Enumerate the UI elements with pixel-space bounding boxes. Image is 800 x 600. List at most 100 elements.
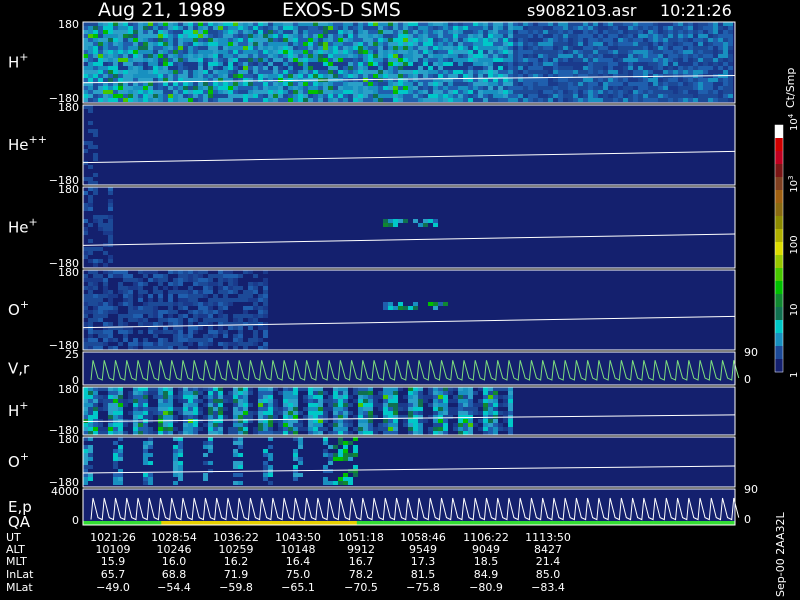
heatmap-cell [163, 330, 168, 334]
heatmap-cell [483, 26, 488, 30]
heatmap-cell [258, 30, 263, 34]
heatmap-cell [458, 66, 463, 70]
heatmap-cell [683, 66, 688, 70]
heatmap-cell [668, 30, 673, 34]
heatmap-cell [148, 391, 153, 395]
heatmap-cell [443, 82, 448, 86]
heatmap-cell [623, 74, 628, 78]
heatmap-cell [323, 453, 328, 457]
heatmap-cell [453, 70, 458, 74]
heatmap-cell [428, 22, 433, 26]
heatmap-cell [383, 78, 388, 82]
heatmap-cell [583, 26, 588, 30]
heatmap-cell [188, 298, 193, 302]
heatmap-cell [288, 26, 293, 30]
heatmap-cell [108, 94, 113, 98]
heatmap-cell [148, 306, 153, 310]
heatmap-cell [443, 403, 448, 407]
heatmap-cell [218, 290, 223, 294]
heatmap-cell [358, 50, 363, 54]
heatmap-cell [528, 42, 533, 46]
heatmap-cell [698, 82, 703, 86]
heatmap-cell [103, 90, 108, 94]
heatmap-cell [188, 387, 193, 391]
heatmap-cell [553, 98, 558, 102]
heatmap-cell [638, 34, 643, 38]
heatmap-cell [193, 427, 198, 431]
heatmap-cell [363, 82, 368, 86]
heatmap-cell [253, 78, 258, 82]
heatmap-cell [223, 286, 228, 290]
heatmap-cell [238, 330, 243, 334]
heatmap-cell [98, 215, 103, 219]
heatmap-cell [443, 419, 448, 423]
heatmap-cell [438, 411, 443, 415]
heatmap-cell [158, 34, 163, 38]
heatmap-cell [293, 457, 298, 461]
heatmap-cell [433, 22, 438, 26]
heatmap-cell [88, 310, 93, 314]
heatmap-cell [438, 403, 443, 407]
heatmap-cell [468, 427, 473, 431]
heatmap-cell [123, 94, 128, 98]
heatmap-cell [113, 415, 118, 419]
heatmap-cell [103, 395, 108, 399]
heatmap-cell [153, 290, 158, 294]
heatmap-cell [153, 346, 158, 350]
heatmap-cell [408, 94, 413, 98]
heatmap-cell [358, 94, 363, 98]
heatmap-cell [538, 58, 543, 62]
heatmap-cell [693, 62, 698, 66]
table-cell: −83.4 [531, 581, 565, 594]
heatmap-cell [343, 427, 348, 431]
heatmap-cell [593, 78, 598, 82]
heatmap-cell [463, 82, 468, 86]
heatmap-cell [528, 22, 533, 26]
heatmap-cell [338, 50, 343, 54]
heatmap-cell [633, 46, 638, 50]
heatmap-cell [588, 34, 593, 38]
heatmap-cell [438, 391, 443, 395]
heatmap-cell [603, 46, 608, 50]
heatmap-cell [353, 58, 358, 62]
heatmap-cell [608, 38, 613, 42]
heatmap-cell [308, 42, 313, 46]
heatmap-cell [643, 66, 648, 70]
heatmap-cell [203, 395, 208, 399]
heatmap-cell [248, 415, 253, 419]
heatmap-cell [173, 310, 178, 314]
heatmap-cell [238, 30, 243, 34]
heatmap-cell [238, 94, 243, 98]
heatmap-cell [208, 38, 213, 42]
heatmap-cell [343, 66, 348, 70]
heatmap-cell [343, 74, 348, 78]
heatmap-cell [168, 82, 173, 86]
heatmap-cell [413, 66, 418, 70]
heatmap-cell [123, 274, 128, 278]
heatmap-cell [443, 62, 448, 66]
heatmap-cell [93, 157, 98, 161]
heatmap-cell [88, 50, 93, 54]
heatmap-cell [83, 247, 88, 251]
heatmap-cell [188, 50, 193, 54]
heatmap-cell [168, 298, 173, 302]
heatmap-cell [293, 86, 298, 90]
heatmap-cell [713, 26, 718, 30]
heatmap-cell [263, 411, 268, 415]
heatmap-cell [258, 282, 263, 286]
colorbar-swatch [775, 294, 783, 308]
heatmap-cell [473, 86, 478, 90]
heatmap-cell [203, 342, 208, 346]
heatmap-cell [668, 54, 673, 58]
heatmap-cell [148, 461, 153, 465]
heatmap-cell [533, 98, 538, 102]
heatmap-cell [208, 62, 213, 66]
heatmap-cell [338, 477, 343, 481]
heatmap-cell [183, 403, 188, 407]
heatmap-cell [303, 58, 308, 62]
heatmap-cell [203, 86, 208, 90]
heatmap-cell [173, 82, 178, 86]
heatmap-cell [433, 42, 438, 46]
heatmap-cell [408, 42, 413, 46]
heatmap-cell [333, 54, 338, 58]
